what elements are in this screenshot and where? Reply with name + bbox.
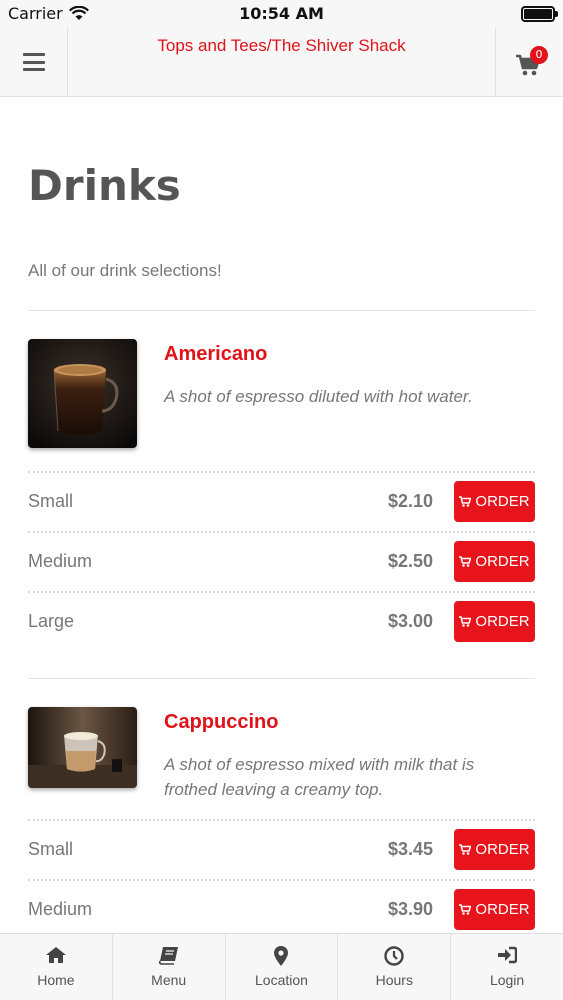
item-name: Americano xyxy=(164,343,268,365)
cart-icon xyxy=(459,844,472,855)
size-row-americano-medium: Medium $2.50 ORDER xyxy=(28,531,535,591)
battery-icon xyxy=(521,6,558,22)
tab-home[interactable]: Home xyxy=(0,934,113,1000)
app-header: Tops and Tees/The Shiver Shack 0 xyxy=(0,28,563,97)
size-price: $3.90 xyxy=(387,899,433,919)
menu-item-cappuccino: Cappuccino A shot of espresso mixed with… xyxy=(28,707,535,817)
size-row-cappuccino-small: Small $3.45 ORDER xyxy=(28,819,535,879)
menu-toggle-button[interactable] xyxy=(0,28,68,96)
size-price: $2.10 xyxy=(387,491,433,511)
hamburger-icon xyxy=(22,53,45,71)
cart-icon xyxy=(459,904,472,915)
tab-label: Hours xyxy=(375,972,413,988)
order-button-label: ORDER xyxy=(475,493,530,510)
tab-login[interactable]: Login xyxy=(451,934,563,1000)
size-label: Large xyxy=(28,611,75,631)
app-title: Tops and Tees/The Shiver Shack xyxy=(157,36,406,55)
cart-icon xyxy=(459,556,472,567)
item-description: A shot of espresso diluted with hot wate… xyxy=(164,387,473,406)
size-row-americano-large: Large $3.00 ORDER xyxy=(28,591,535,651)
sign-in-icon xyxy=(451,946,563,966)
order-button[interactable]: ORDER xyxy=(454,829,535,870)
size-price: $3.45 xyxy=(387,839,433,859)
status-time: 10:54 AM xyxy=(239,4,324,23)
tab-location[interactable]: Location xyxy=(226,934,339,1000)
order-button-label: ORDER xyxy=(475,613,530,630)
tab-label: Menu xyxy=(151,972,187,988)
size-label: Small xyxy=(28,491,74,511)
size-row-americano-small: Small $2.10 ORDER xyxy=(28,471,535,531)
bottom-tab-bar: Home Menu Location Hours Login xyxy=(0,933,563,1000)
cart-button[interactable]: 0 xyxy=(495,28,563,96)
clock-icon xyxy=(338,946,450,966)
size-label: Medium xyxy=(28,899,93,919)
page-title: Drinks xyxy=(28,161,181,210)
order-button[interactable]: ORDER xyxy=(454,601,535,642)
tab-menu[interactable]: Menu xyxy=(113,934,226,1000)
americano-image xyxy=(28,339,137,448)
cappuccino-image xyxy=(28,707,137,788)
page-subtitle: All of our drink selections! xyxy=(28,261,222,280)
size-label: Small xyxy=(28,839,74,859)
tab-label: Home xyxy=(37,972,75,988)
order-button[interactable]: ORDER xyxy=(454,889,535,930)
order-button-label: ORDER xyxy=(475,553,530,570)
divider xyxy=(28,310,535,311)
order-button-label: ORDER xyxy=(475,901,530,918)
cart-count-badge: 0 xyxy=(530,46,548,64)
divider xyxy=(28,678,535,679)
size-row-cappuccino-medium: Medium $3.90 ORDER xyxy=(28,879,535,933)
size-price: $3.00 xyxy=(387,611,433,631)
tab-label: Login xyxy=(489,972,525,988)
menu-content[interactable]: Drinks All of our drink selections! Amer… xyxy=(0,97,563,933)
menu-item-americano: Americano A shot of espresso diluted wit… xyxy=(28,339,535,449)
item-name: Cappuccino xyxy=(164,711,279,733)
order-button[interactable]: ORDER xyxy=(454,481,535,522)
book-icon xyxy=(113,946,225,966)
map-pin-icon xyxy=(226,946,338,966)
tab-hours[interactable]: Hours xyxy=(338,934,452,1000)
size-price: $2.50 xyxy=(387,551,433,571)
order-button-label: ORDER xyxy=(475,841,530,858)
tab-label: Location xyxy=(255,972,308,988)
status-bar: Carrier 10:54 AM xyxy=(0,0,563,28)
size-label: Medium xyxy=(28,551,93,571)
cart-icon xyxy=(459,496,472,507)
cart-icon xyxy=(459,616,472,627)
order-button[interactable]: ORDER xyxy=(454,541,535,582)
item-description: A shot of espresso mixed with milk that … xyxy=(164,755,475,799)
home-icon xyxy=(0,946,112,966)
